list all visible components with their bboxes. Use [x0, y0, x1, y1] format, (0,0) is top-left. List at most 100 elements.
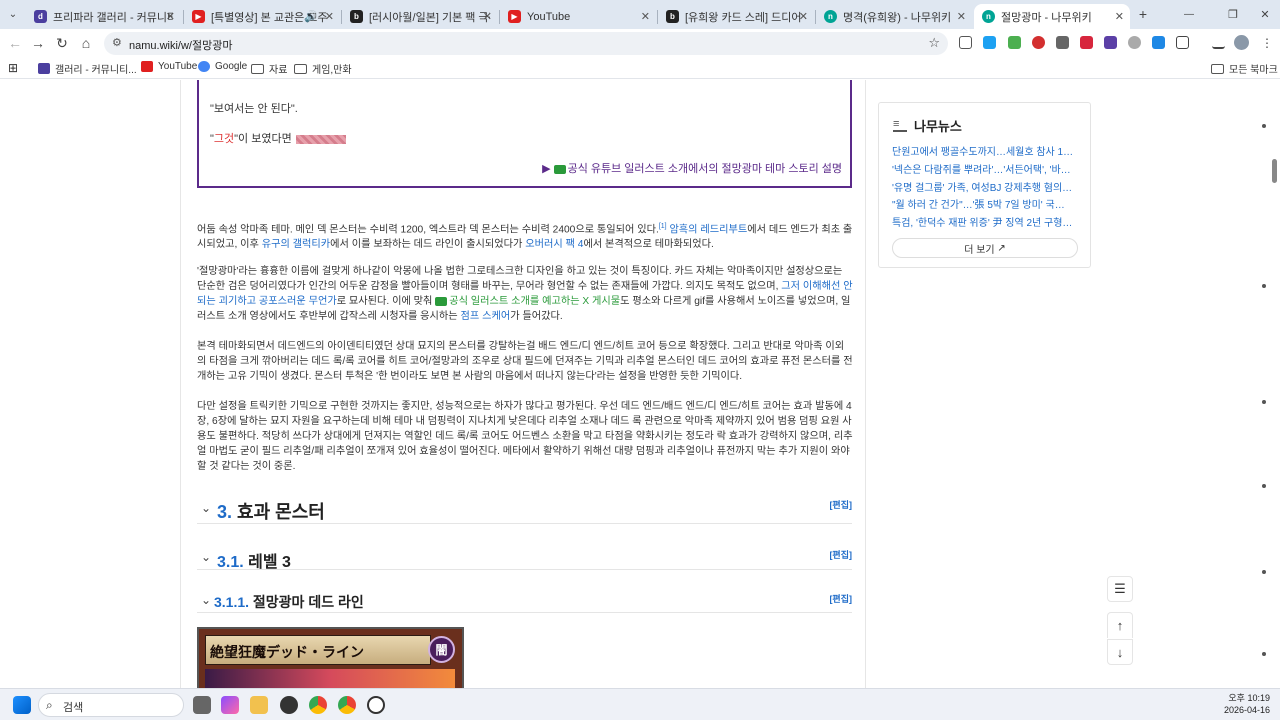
tab-close-icon[interactable]: ✕	[957, 10, 966, 23]
windows-start-icon[interactable]	[13, 696, 31, 714]
quote-line-2: "그것"이 보였다면	[210, 130, 346, 146]
scrollbar-thumb[interactable]	[1272, 159, 1277, 183]
address-bar[interactable]: ⚙ namu.wiki/w/절망광마 ☆	[104, 32, 948, 55]
tab-close-icon[interactable]: ✕	[325, 10, 334, 23]
youtube-icon	[141, 61, 153, 72]
maximize-button[interactable]: ❐	[1224, 5, 1242, 23]
bookmark-google[interactable]: Google	[198, 61, 247, 72]
scroll-marker	[1262, 400, 1266, 404]
link[interactable]: 공식 일러스트 소개를 예고하는 X 게시물	[449, 296, 620, 307]
chrome-icon[interactable]	[309, 696, 327, 714]
folder-icon	[251, 63, 264, 74]
link[interactable]: 유구의 갤럭티카	[262, 239, 330, 250]
extension-icon[interactable]	[983, 36, 996, 49]
bookmark-label: YouTube	[158, 61, 198, 72]
section-heading-3-1[interactable]: ⌄ 3.1. 레벨 3 [편집]	[197, 546, 852, 571]
tab-title: YouTube	[527, 10, 571, 23]
file-explorer-icon[interactable]	[250, 696, 268, 714]
tab-title: [유희왕 카드 스레] 드디어 무	[685, 11, 806, 24]
media-icon[interactable]	[1212, 36, 1225, 49]
link[interactable]: 오버러시 팩 4	[525, 239, 583, 250]
system-clock[interactable]: 오후 10:19 2026-04-16	[1224, 692, 1270, 716]
tab-6-active[interactable]: n 절망광마 - 나무위키 ✕	[974, 4, 1130, 29]
new-tab-button[interactable]: +	[1134, 5, 1152, 23]
bookmark-youtube[interactable]: YouTube	[141, 61, 197, 72]
tab-close-icon[interactable]: ✕	[483, 10, 492, 23]
edit-link[interactable]: [편집]	[829, 592, 852, 605]
speaker-icon[interactable]: 🔊	[304, 10, 318, 23]
news-item[interactable]: 단원고에서 팽골수도까지…세월호 참사 1…	[892, 143, 1078, 158]
tab-2[interactable]: b [러시아월/일본] 기본 팩 극광의 ✕	[342, 4, 498, 29]
tab-close-icon[interactable]: ✕	[641, 10, 650, 23]
quote-caption[interactable]: ▶ 공식 유튜브 일러스트 소개에서의 절망광마 테마 스토리 설명	[542, 160, 842, 176]
link[interactable]: 점프 스케어	[461, 311, 511, 322]
extension-icon[interactable]	[1056, 36, 1069, 49]
toc-button[interactable]: ☰	[1107, 576, 1133, 602]
menu-icon[interactable]: ⋮	[1258, 34, 1276, 52]
article-content: "보여서는 안 된다". "그것"이 보였다면 ▶ 공식 유튜브 일러스트 소개…	[180, 80, 866, 688]
bookmark-folder-data[interactable]: 자료	[251, 61, 287, 76]
extension-icon[interactable]	[1104, 36, 1117, 49]
tab-1[interactable]: ▶ [특별영상] 본 교관은 교주 🔊 ✕	[184, 4, 340, 29]
edit-link[interactable]: [편집]	[829, 548, 852, 561]
card-image[interactable]: 絶望狂魔デッド・ライン 闇	[197, 627, 464, 688]
scroll-down-button[interactable]: ↓	[1107, 639, 1133, 665]
puzzle-icon[interactable]	[1176, 36, 1189, 49]
extension-icon[interactable]	[1128, 36, 1141, 49]
app-icon[interactable]	[280, 696, 298, 714]
minimize-button[interactable]: —	[1180, 5, 1198, 23]
all-bookmarks[interactable]: 모든 북마크	[1211, 61, 1278, 76]
bookmark-gallery[interactable]: 갤러리 - 커뮤니티...	[38, 61, 137, 76]
tab-4[interactable]: b [유희왕 카드 스레] 드디어 무 ✕	[658, 4, 814, 29]
story-quote-box: "보여서는 안 된다". "그것"이 보였다면 ▶ 공식 유튜브 일러스트 소개…	[197, 80, 852, 188]
chevron-down-icon[interactable]: ⌄	[201, 593, 211, 607]
footnote-link[interactable]: [1]	[659, 223, 667, 230]
apps-icon[interactable]: ⊞	[8, 61, 18, 75]
edit-link[interactable]: [편집]	[829, 498, 852, 511]
news-item[interactable]: '넥슨은 다람쥐를 뿌려라'…'서든어택', '바…	[892, 161, 1078, 176]
news-item[interactable]: 특검, '한덕수 재판 위증' 尹 징역 2년 구형…	[892, 214, 1078, 229]
avatar[interactable]	[1234, 35, 1249, 50]
search-icon: ⌕	[46, 698, 53, 712]
taskbar-search[interactable]: ⌕ 검색	[38, 693, 184, 717]
spoiler-bar[interactable]	[295, 134, 346, 144]
back-icon[interactable]: ←	[6, 34, 24, 52]
extension-icon[interactable]	[1080, 36, 1093, 49]
tab-list-icon[interactable]: ⌄	[4, 5, 22, 23]
tab-title: 프리파라 갤러리 - 커뮤니티 포	[53, 11, 173, 24]
tab-0[interactable]: d 프리파라 갤러리 - 커뮤니티 포 ✕	[26, 4, 181, 29]
section-heading-3-1-1[interactable]: ⌄ 3.1.1. 절망광마 데드 라인 [편집]	[197, 590, 852, 613]
link[interactable]: 암흑의 레드리부트	[667, 224, 747, 235]
tab-close-icon[interactable]: ✕	[799, 10, 808, 23]
tab-3[interactable]: ▶ YouTube ✕	[500, 4, 656, 29]
bookmark-folder-games[interactable]: 게임,만화	[294, 61, 352, 76]
tab-close-icon[interactable]: ✕	[1115, 10, 1124, 23]
app-icon[interactable]	[367, 696, 385, 714]
news-more-button[interactable]: 더 보기 ↗	[892, 238, 1078, 258]
reload-icon[interactable]: ↻	[53, 34, 71, 52]
section-heading-3[interactable]: ⌄ 3. 효과 몬스터 [편집]	[197, 495, 852, 524]
tab-favicon-5: n	[824, 10, 837, 23]
site-info-icon[interactable]: ⚙	[112, 36, 122, 49]
extension-icon[interactable]	[959, 36, 972, 49]
page-viewport: "보여서는 안 된다". "그것"이 보였다면 ▶ 공식 유튜브 일러스트 소개…	[0, 80, 1280, 688]
scroll-up-button[interactable]: ↑	[1107, 612, 1133, 638]
tab-close-icon[interactable]: ✕	[166, 10, 175, 23]
tab-5[interactable]: n 명격(유희왕) - 나무위키 ✕	[816, 4, 972, 29]
bookmark-star-icon[interactable]: ☆	[928, 35, 940, 51]
forward-icon[interactable]: →	[29, 34, 47, 52]
chevron-down-icon[interactable]: ⌄	[201, 550, 211, 564]
download-icon[interactable]	[1152, 36, 1165, 49]
task-view-icon[interactable]	[193, 696, 211, 714]
extension-icon[interactable]	[1008, 36, 1021, 49]
news-item[interactable]: '유명 걸그룹' 가족, 여성BJ 강제추행 혐의…	[892, 179, 1078, 194]
copilot-icon[interactable]	[221, 696, 239, 714]
link-icon	[553, 164, 566, 174]
tab-title: [러시아월/일본] 기본 팩 극광의	[369, 11, 490, 24]
chrome-icon[interactable]	[338, 696, 356, 714]
news-item[interactable]: "월 하러 간 건가"…'張 5박 7일 방미' 국…	[892, 196, 1078, 211]
chevron-down-icon[interactable]: ⌄	[201, 501, 211, 515]
extension-icon[interactable]	[1032, 36, 1045, 49]
home-icon[interactable]: ⌂	[77, 34, 95, 52]
close-window-button[interactable]: ✕	[1256, 5, 1274, 23]
